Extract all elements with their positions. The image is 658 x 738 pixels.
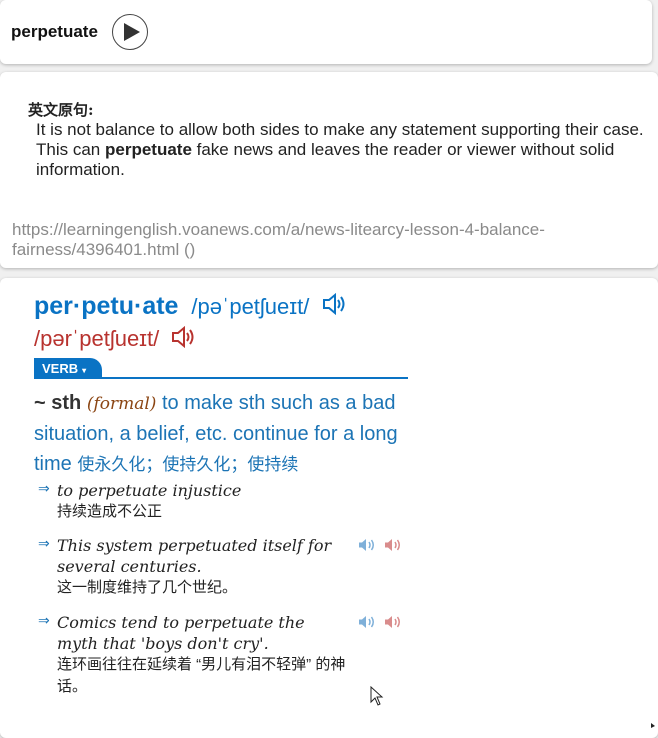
cursor-fragment-icon [651, 723, 655, 728]
arrow-icon: ⇒ [38, 535, 50, 551]
example-item: ⇒ to perpetuate injustice 持续造成不公正 [38, 480, 398, 523]
speaker-us-icon[interactable] [384, 615, 402, 629]
example-item: ⇒ This system perpetuated itself for sev… [38, 535, 400, 599]
example-item: ⇒ Comics tend to perpetuate the myth tha… [38, 612, 400, 698]
speaker-icon[interactable] [171, 326, 197, 354]
play-button[interactable] [112, 14, 148, 50]
example-en: to perpetuate injustice [57, 481, 242, 500]
chevron-down-icon: ▾ [82, 366, 87, 375]
arrow-icon: ⇒ [38, 612, 50, 628]
sense-pattern: ~ sth [34, 392, 82, 414]
arrow-icon: ⇒ [38, 480, 50, 496]
speaker-us-icon[interactable] [384, 538, 402, 552]
pronunciation-us: /pərˈpetʃueɪt/ [34, 326, 160, 351]
example-source-link[interactable]: https://learningenglish.voanews.com/a/ne… [12, 220, 612, 260]
example-zh: 这一制度维持了几个世纪。 [57, 579, 238, 596]
example-zh: 连环画往往在延续着 “男儿有泪不轻弹” 的神话。 [57, 656, 346, 695]
example-en: This system perpetuated itself for sever… [57, 536, 332, 576]
pos-divider [34, 377, 408, 379]
register-label: (formal) [86, 394, 157, 414]
word-card: perpetuate [0, 0, 652, 64]
speaker-br-icon[interactable] [358, 538, 376, 552]
mouse-pointer-icon [370, 686, 384, 706]
example-zh: 持续造成不公正 [57, 503, 163, 520]
example-label: 英文原句: [28, 101, 94, 119]
headword-line: per·petu·ate /pəˈpetʃueɪt/ [34, 292, 348, 322]
play-icon [124, 23, 140, 41]
speaker-icon[interactable] [322, 292, 348, 322]
example-card: 英文原句: It is not balance to allow both si… [0, 72, 658, 268]
sentence-keyword: perpetuate [104, 140, 192, 159]
pos-label: VERB [42, 361, 79, 376]
pronunciation-br: /pəˈpetʃueɪt/ [191, 294, 310, 319]
headword: per·petu·ate [34, 292, 179, 320]
pos-tab-verb[interactable]: VERB ▾ [34, 358, 103, 378]
example-en: Comics tend to perpetuate the myth that … [57, 613, 305, 653]
word-title: perpetuate [11, 22, 98, 41]
pronunciation-us-line: /pərˈpetʃueɪt/ [34, 326, 197, 354]
dictionary-card: per·petu·ate /pəˈpetʃueɪt/ /pərˈpetʃueɪt… [0, 278, 658, 738]
definition-zh: 使永久化；使持久化；使持续 [77, 455, 299, 474]
example-sentence: It is not balance to allow both sides to… [36, 120, 656, 180]
speaker-br-icon[interactable] [358, 615, 376, 629]
definition: ~ sth (formal) to make sth such as a bad… [34, 388, 414, 480]
